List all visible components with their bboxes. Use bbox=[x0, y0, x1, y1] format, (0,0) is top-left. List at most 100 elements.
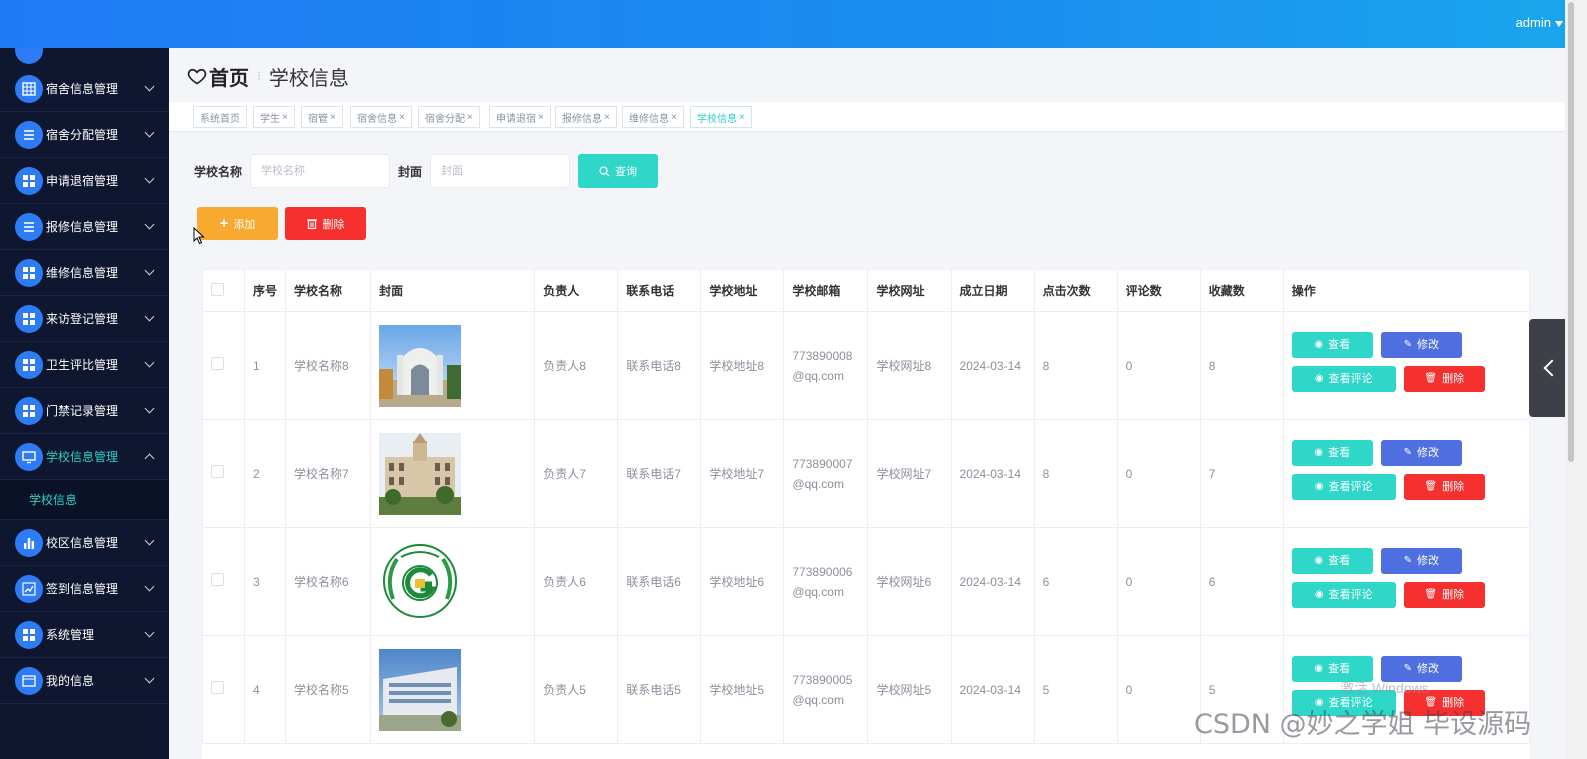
sidebar-item[interactable]: 系统管理 bbox=[0, 612, 169, 658]
breadcrumb: 首页 ⁝ 学校信息 bbox=[187, 62, 349, 90]
add-button[interactable]: + 添加 bbox=[197, 207, 278, 240]
table-row[interactable]: 3 学校名称6 负责人6 联系电话6 学校地址6 773890006@qq.com 学校网址… bbox=[201, 527, 1531, 636]
column-header: 学校邮箱 bbox=[783, 269, 869, 312]
close-icon[interactable]: × bbox=[282, 112, 288, 123]
sidebar-item[interactable]: 宿舍分配管理 bbox=[0, 112, 169, 158]
edit-button[interactable]: ✎ 修改 bbox=[1380, 332, 1462, 358]
apps-icon bbox=[15, 620, 43, 649]
sidebar-item[interactable]: 签到信息管理 bbox=[0, 566, 169, 612]
select-all-checkbox[interactable] bbox=[211, 282, 224, 296]
edit-button[interactable]: ✎ 修改 bbox=[1380, 548, 1462, 574]
sidebar-item-label: 维修信息管理 bbox=[46, 266, 119, 280]
row-checkbox[interactable] bbox=[211, 680, 224, 694]
tab[interactable]: 系统首页 bbox=[193, 106, 247, 128]
cell-phone: 联系电话8 bbox=[617, 311, 702, 420]
view-button[interactable]: ◉ 查看 bbox=[1291, 440, 1373, 466]
cell-favorites: 7 bbox=[1199, 419, 1284, 528]
sidebar-item-label: 申请退宿管理 bbox=[46, 174, 119, 188]
grid-icon bbox=[15, 74, 43, 103]
cell-cover bbox=[370, 635, 536, 744]
sidebar-item[interactable]: 校区信息管理 bbox=[0, 520, 169, 566]
delete-row-button[interactable]: 🗑 删除 bbox=[1403, 582, 1485, 608]
chevron-down-icon bbox=[144, 581, 155, 592]
cell-favorites: 6 bbox=[1199, 527, 1284, 636]
cell-owner: 负责人8 bbox=[534, 311, 619, 420]
close-icon[interactable]: × bbox=[330, 112, 336, 123]
sidebar-item[interactable]: 报修信息管理 bbox=[0, 204, 169, 250]
tab-label: 学校信息 bbox=[697, 113, 737, 125]
tab[interactable]: 宿舍分配 × bbox=[418, 106, 480, 128]
chevron-down-icon bbox=[144, 219, 155, 230]
tab[interactable]: 申请退宿 × bbox=[489, 106, 551, 128]
breadcrumb-home[interactable]: 首页 bbox=[209, 62, 249, 91]
windows-activation-text: 激活 Windows bbox=[1340, 680, 1429, 696]
close-icon[interactable]: × bbox=[671, 112, 677, 123]
delete-row-button[interactable]: 🗑 删除 bbox=[1403, 474, 1485, 500]
trash-icon bbox=[306, 219, 317, 229]
apps-icon bbox=[15, 166, 43, 195]
close-icon[interactable]: × bbox=[399, 112, 405, 123]
tab[interactable]: 学生 × bbox=[253, 106, 295, 128]
edit-button-label: 修改 bbox=[1416, 447, 1439, 459]
cover-input[interactable] bbox=[430, 154, 571, 188]
scrollbar-thumb[interactable] bbox=[1568, 2, 1574, 462]
view-button[interactable]: ◉ 查看 bbox=[1291, 548, 1373, 574]
edit-button[interactable]: ✎ 修改 bbox=[1380, 440, 1462, 466]
tab[interactable]: 维修信息 × bbox=[622, 106, 684, 128]
vertical-scrollbar[interactable] bbox=[1565, 0, 1587, 759]
sidebar-item-label: 我的信息 bbox=[46, 674, 95, 688]
sidebar-item-partial[interactable] bbox=[0, 48, 169, 66]
close-icon[interactable]: × bbox=[467, 112, 473, 123]
user-menu[interactable]: admin bbox=[1516, 15, 1563, 30]
cell-comments: 0 bbox=[1116, 635, 1201, 744]
row-checkbox[interactable] bbox=[211, 356, 224, 370]
query-button-label: 查询 bbox=[615, 166, 638, 178]
sidebar-item[interactable]: 宿舍信息管理 bbox=[0, 66, 169, 112]
tab-label: 宿舍分配 bbox=[425, 113, 465, 125]
view-button[interactable]: ◉ 查看 bbox=[1291, 332, 1373, 358]
bar-chart-icon bbox=[15, 528, 43, 557]
batch-delete-button[interactable]: 删除 bbox=[285, 207, 366, 240]
close-icon[interactable]: × bbox=[604, 112, 610, 123]
sidebar-item[interactable]: 我的信息 bbox=[0, 658, 169, 704]
row-checkbox[interactable] bbox=[211, 572, 224, 586]
view-comments-label: 查看评论 bbox=[1328, 481, 1373, 493]
apps-icon bbox=[15, 304, 43, 333]
cell-email: 773890007@qq.com bbox=[783, 419, 869, 528]
side-drawer-toggle[interactable] bbox=[1529, 319, 1569, 417]
close-icon[interactable]: × bbox=[538, 112, 544, 123]
sidebar-item-label: 校区信息管理 bbox=[46, 536, 119, 550]
sidebar-item[interactable]: 来访登记管理 bbox=[0, 296, 169, 342]
add-button-label: 添加 bbox=[233, 218, 256, 231]
sidebar-item[interactable]: 申请退宿管理 bbox=[0, 158, 169, 204]
delete-row-button[interactable]: 🗑 删除 bbox=[1403, 366, 1485, 392]
edit-icon: ✎ bbox=[1403, 663, 1412, 674]
tab[interactable]: 宿舍信息 × bbox=[350, 106, 412, 128]
apps-icon bbox=[15, 258, 43, 287]
sidebar-item[interactable]: 维修信息管理 bbox=[0, 250, 169, 296]
close-icon[interactable]: × bbox=[739, 112, 745, 123]
query-button[interactable]: 查询 bbox=[578, 154, 659, 188]
table-row[interactable]: 2 学校名称7 负责人7 联系电话7 学校地址7 773890007@qq.com 学校网址… bbox=[201, 419, 1531, 528]
table-row[interactable]: 1 学校名称8 负责人8 联系电话8 学校地址8 773890008@qq.com 学校网址… bbox=[201, 311, 1531, 420]
edit-button-label: 修改 bbox=[1416, 663, 1439, 675]
view-comments-button[interactable]: ◉ 查看评论 bbox=[1291, 474, 1396, 500]
sidebar-item[interactable]: 卫生评比管理 bbox=[0, 342, 169, 388]
cell-address: 学校地址5 bbox=[700, 635, 785, 744]
sidebar-item[interactable]: 门禁记录管理 bbox=[0, 388, 169, 434]
cell-cover bbox=[370, 527, 536, 636]
chevron-down-icon bbox=[144, 311, 155, 322]
row-checkbox[interactable] bbox=[211, 464, 224, 478]
school-name-input[interactable] bbox=[250, 154, 391, 188]
tab[interactable]: 学校信息 × bbox=[690, 106, 752, 128]
delete-button-label: 删除 bbox=[322, 218, 345, 231]
cell-address: 学校地址8 bbox=[700, 311, 785, 420]
sidebar-item[interactable]: 学校信息管理 bbox=[0, 434, 169, 480]
tab[interactable]: 报修信息 × bbox=[555, 106, 617, 128]
tab[interactable]: 宿管 × bbox=[301, 106, 343, 128]
sidebar-sub-item[interactable]: 学校信息 bbox=[0, 480, 169, 520]
view-comments-button[interactable]: ◉ 查看评论 bbox=[1291, 582, 1396, 608]
chevron-down-icon bbox=[144, 81, 155, 92]
trash-icon: 🗑 bbox=[1424, 589, 1438, 600]
view-comments-button[interactable]: ◉ 查看评论 bbox=[1291, 366, 1396, 392]
